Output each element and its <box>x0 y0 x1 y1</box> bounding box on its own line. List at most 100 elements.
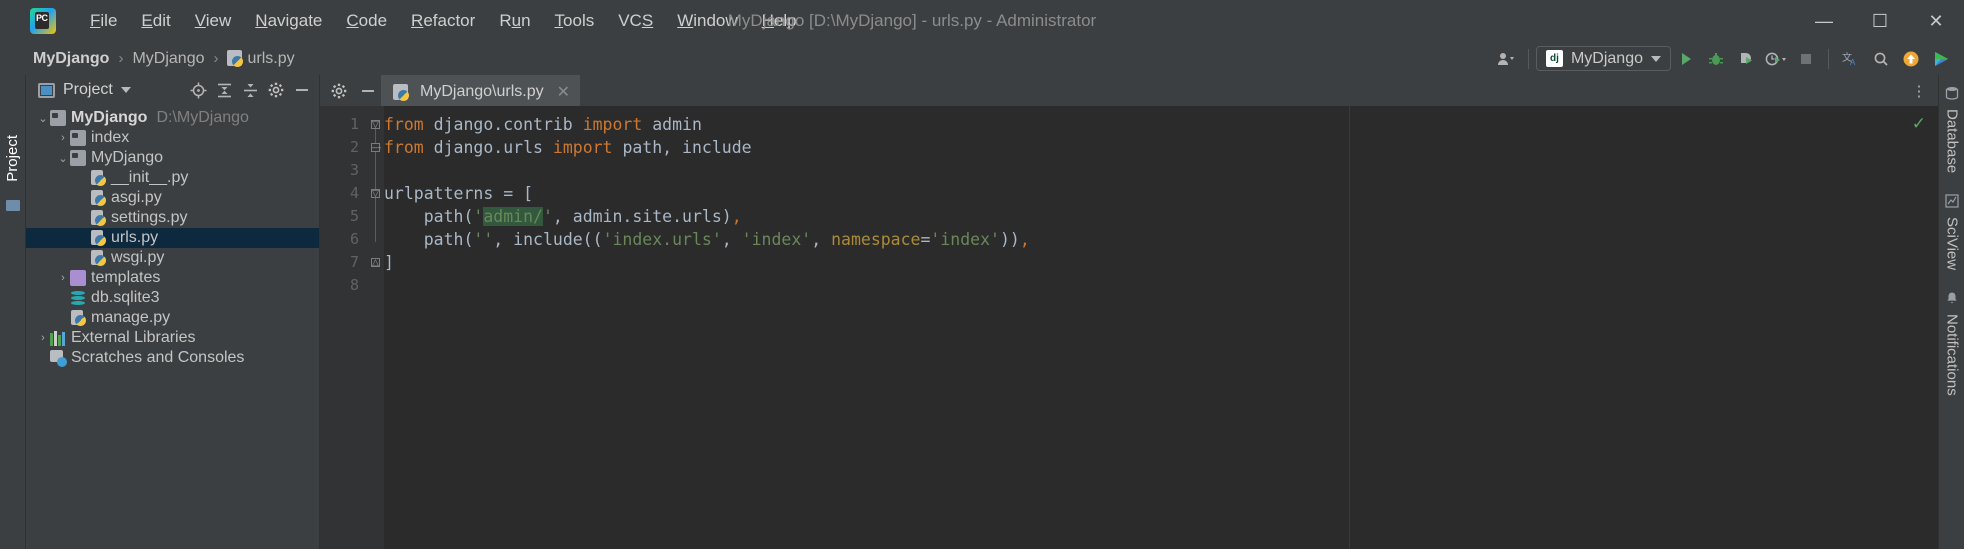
tree-item-settings-py[interactable]: settings.py <box>26 208 319 228</box>
code-token: import <box>552 138 623 157</box>
chevron-right-icon[interactable]: › <box>56 132 70 144</box>
right-tab-sciview[interactable]: SciView <box>1940 207 1964 280</box>
fold-gutter[interactable]: ▽ — ▽ △ <box>368 106 384 549</box>
code-token: admin/ <box>483 207 543 226</box>
tree-item-manage-py[interactable]: manage.py <box>26 308 319 328</box>
code-line[interactable]: path('', include(('index.urls', 'index',… <box>384 228 1938 251</box>
code-line[interactable] <box>384 274 1938 297</box>
settings-gear-icon[interactable] <box>264 78 288 102</box>
structure-icon[interactable] <box>6 200 20 211</box>
tree-item-init-py[interactable]: __init__.py <box>26 168 319 188</box>
fold-open-icon[interactable]: ▽ <box>371 189 380 198</box>
tree-item-index[interactable]: › index <box>26 128 319 148</box>
menu-edit[interactable]: Edit <box>129 8 182 34</box>
menu-window[interactable]: Window <box>665 8 749 34</box>
fold-end-icon[interactable]: — <box>371 143 381 152</box>
folder-icon <box>70 150 86 166</box>
code-line[interactable]: from django.urls import path, include <box>384 136 1938 159</box>
profiler-icon[interactable] <box>1761 45 1791 73</box>
python-file-icon <box>90 230 106 246</box>
line-number: 7 <box>349 253 359 271</box>
update-arrow-icon[interactable] <box>1896 45 1926 73</box>
translate-icon[interactable]: 文A <box>1836 45 1866 73</box>
menu-vcs[interactable]: VCS <box>606 8 665 34</box>
code-token: , <box>1019 230 1030 249</box>
editor-tab-urls-py[interactable]: MyDjango\urls.py ✕ <box>381 75 581 106</box>
hide-panel-icon[interactable] <box>290 78 314 102</box>
editor-options-icon[interactable]: ⋮ <box>1906 78 1932 104</box>
menu-view[interactable]: View <box>183 8 244 34</box>
code-token: 'index' <box>741 230 812 249</box>
python-file-icon <box>393 83 409 101</box>
expand-all-icon[interactable] <box>212 78 236 102</box>
tree-item-external-libraries[interactable]: › External Libraries <box>26 328 319 348</box>
line-number: 8 <box>349 276 359 294</box>
fold-close-icon[interactable]: △ <box>371 258 380 267</box>
stop-square-icon[interactable] <box>1791 45 1821 73</box>
breadcrumb-item-1[interactable]: MyDjango <box>129 49 207 69</box>
breadcrumb-item-2[interactable]: urls.py <box>224 49 297 69</box>
menu-help[interactable]: Help <box>750 8 809 34</box>
chevron-right-icon[interactable]: › <box>56 272 70 284</box>
tree-item-asgi-py[interactable]: asgi.py <box>26 188 319 208</box>
breadcrumb-separator: › <box>118 50 124 67</box>
chevron-right-icon[interactable]: › <box>36 332 50 344</box>
code-line[interactable] <box>384 159 1938 182</box>
run-play-icon[interactable] <box>1671 45 1701 73</box>
left-tool-strip: Project <box>0 75 26 549</box>
code-token: ' <box>473 207 484 226</box>
editor-area: MyDjango\urls.py ✕ ⋮ 1 2 3 4 5 6 7 8 ▽ — ▽ △ from … <box>320 75 1938 549</box>
breadcrumb-item-0[interactable]: MyDjango <box>30 49 112 69</box>
tree-item-label: templates <box>91 269 161 286</box>
line-number: 4 <box>349 184 359 202</box>
code-line[interactable]: from django.contrib import admin <box>384 113 1938 136</box>
project-panel-title[interactable]: Project <box>38 81 131 99</box>
inspection-ok-icon[interactable]: ✓ <box>1912 114 1926 134</box>
chevron-down-icon[interactable]: ⌄ <box>56 152 70 165</box>
navigation-toolbar: MyDjango › MyDjango › urls.py dj MyDjang… <box>0 42 1964 75</box>
main-body: Project Project ⌄ MyDjango D:\MyDjango ›… <box>0 75 1964 549</box>
tree-item-wsgi-py[interactable]: wsgi.py <box>26 248 319 268</box>
right-tab-database[interactable]: Database <box>1940 99 1964 183</box>
hide-editor-icon[interactable] <box>355 78 381 104</box>
minimize-button[interactable]: — <box>1796 0 1852 42</box>
folder-icon <box>50 110 66 126</box>
colorful-play-icon[interactable] <box>1926 45 1956 73</box>
menu-tools[interactable]: Tools <box>543 8 607 34</box>
tree-item-mydjango[interactable]: ⌄ MyDjango <box>26 148 319 168</box>
menu-file[interactable]: File <box>78 8 129 34</box>
maximize-button[interactable]: ☐ <box>1852 0 1908 42</box>
code-line[interactable]: ] <box>384 251 1938 274</box>
settings-gear-icon[interactable] <box>326 78 352 104</box>
menu-code[interactable]: Code <box>334 8 399 34</box>
right-tab-notifications[interactable]: Notifications <box>1940 304 1964 406</box>
database-icon <box>70 290 86 306</box>
code-editor[interactable]: 1 2 3 4 5 6 7 8 ▽ — ▽ △ from django.contrib import… <box>320 106 1938 549</box>
code-text[interactable]: from django.contrib import admin from dja… <box>384 106 1938 549</box>
close-button[interactable]: ✕ <box>1908 0 1964 42</box>
tree-item-mydjango[interactable]: ⌄ MyDjango D:\MyDjango <box>26 108 319 128</box>
tree-item-urls-py[interactable]: urls.py <box>26 228 319 248</box>
code-token: path( <box>384 207 474 226</box>
run-configuration-selector[interactable]: dj MyDjango <box>1535 46 1671 71</box>
tree-item-label: manage.py <box>91 309 171 326</box>
chevron-down-icon[interactable]: ⌄ <box>36 112 50 125</box>
menu-run[interactable]: Run <box>487 8 542 34</box>
collapse-all-icon[interactable] <box>238 78 262 102</box>
fold-open-icon[interactable]: ▽ <box>371 120 380 129</box>
locate-file-icon[interactable] <box>186 78 210 102</box>
coverage-icon[interactable] <box>1731 45 1761 73</box>
code-line[interactable]: path('admin/', admin.site.urls), <box>384 205 1938 228</box>
menu-navigate[interactable]: Navigate <box>243 8 334 34</box>
debug-bug-icon[interactable] <box>1701 45 1731 73</box>
tree-item-label: asgi.py <box>111 189 162 206</box>
close-icon[interactable]: ✕ <box>557 82 570 102</box>
menu-refactor[interactable]: Refactor <box>399 8 487 34</box>
search-icon[interactable] <box>1866 45 1896 73</box>
user-account-icon[interactable] <box>1491 45 1521 73</box>
tree-item-scratches-and-consoles[interactable]: Scratches and Consoles <box>26 348 319 368</box>
sidebar-item-project[interactable]: Project <box>0 127 26 190</box>
code-line[interactable]: urlpatterns = [ <box>384 182 1938 205</box>
tree-item-templates[interactable]: › templates <box>26 268 319 288</box>
tree-item-db-sqlite3[interactable]: db.sqlite3 <box>26 288 319 308</box>
